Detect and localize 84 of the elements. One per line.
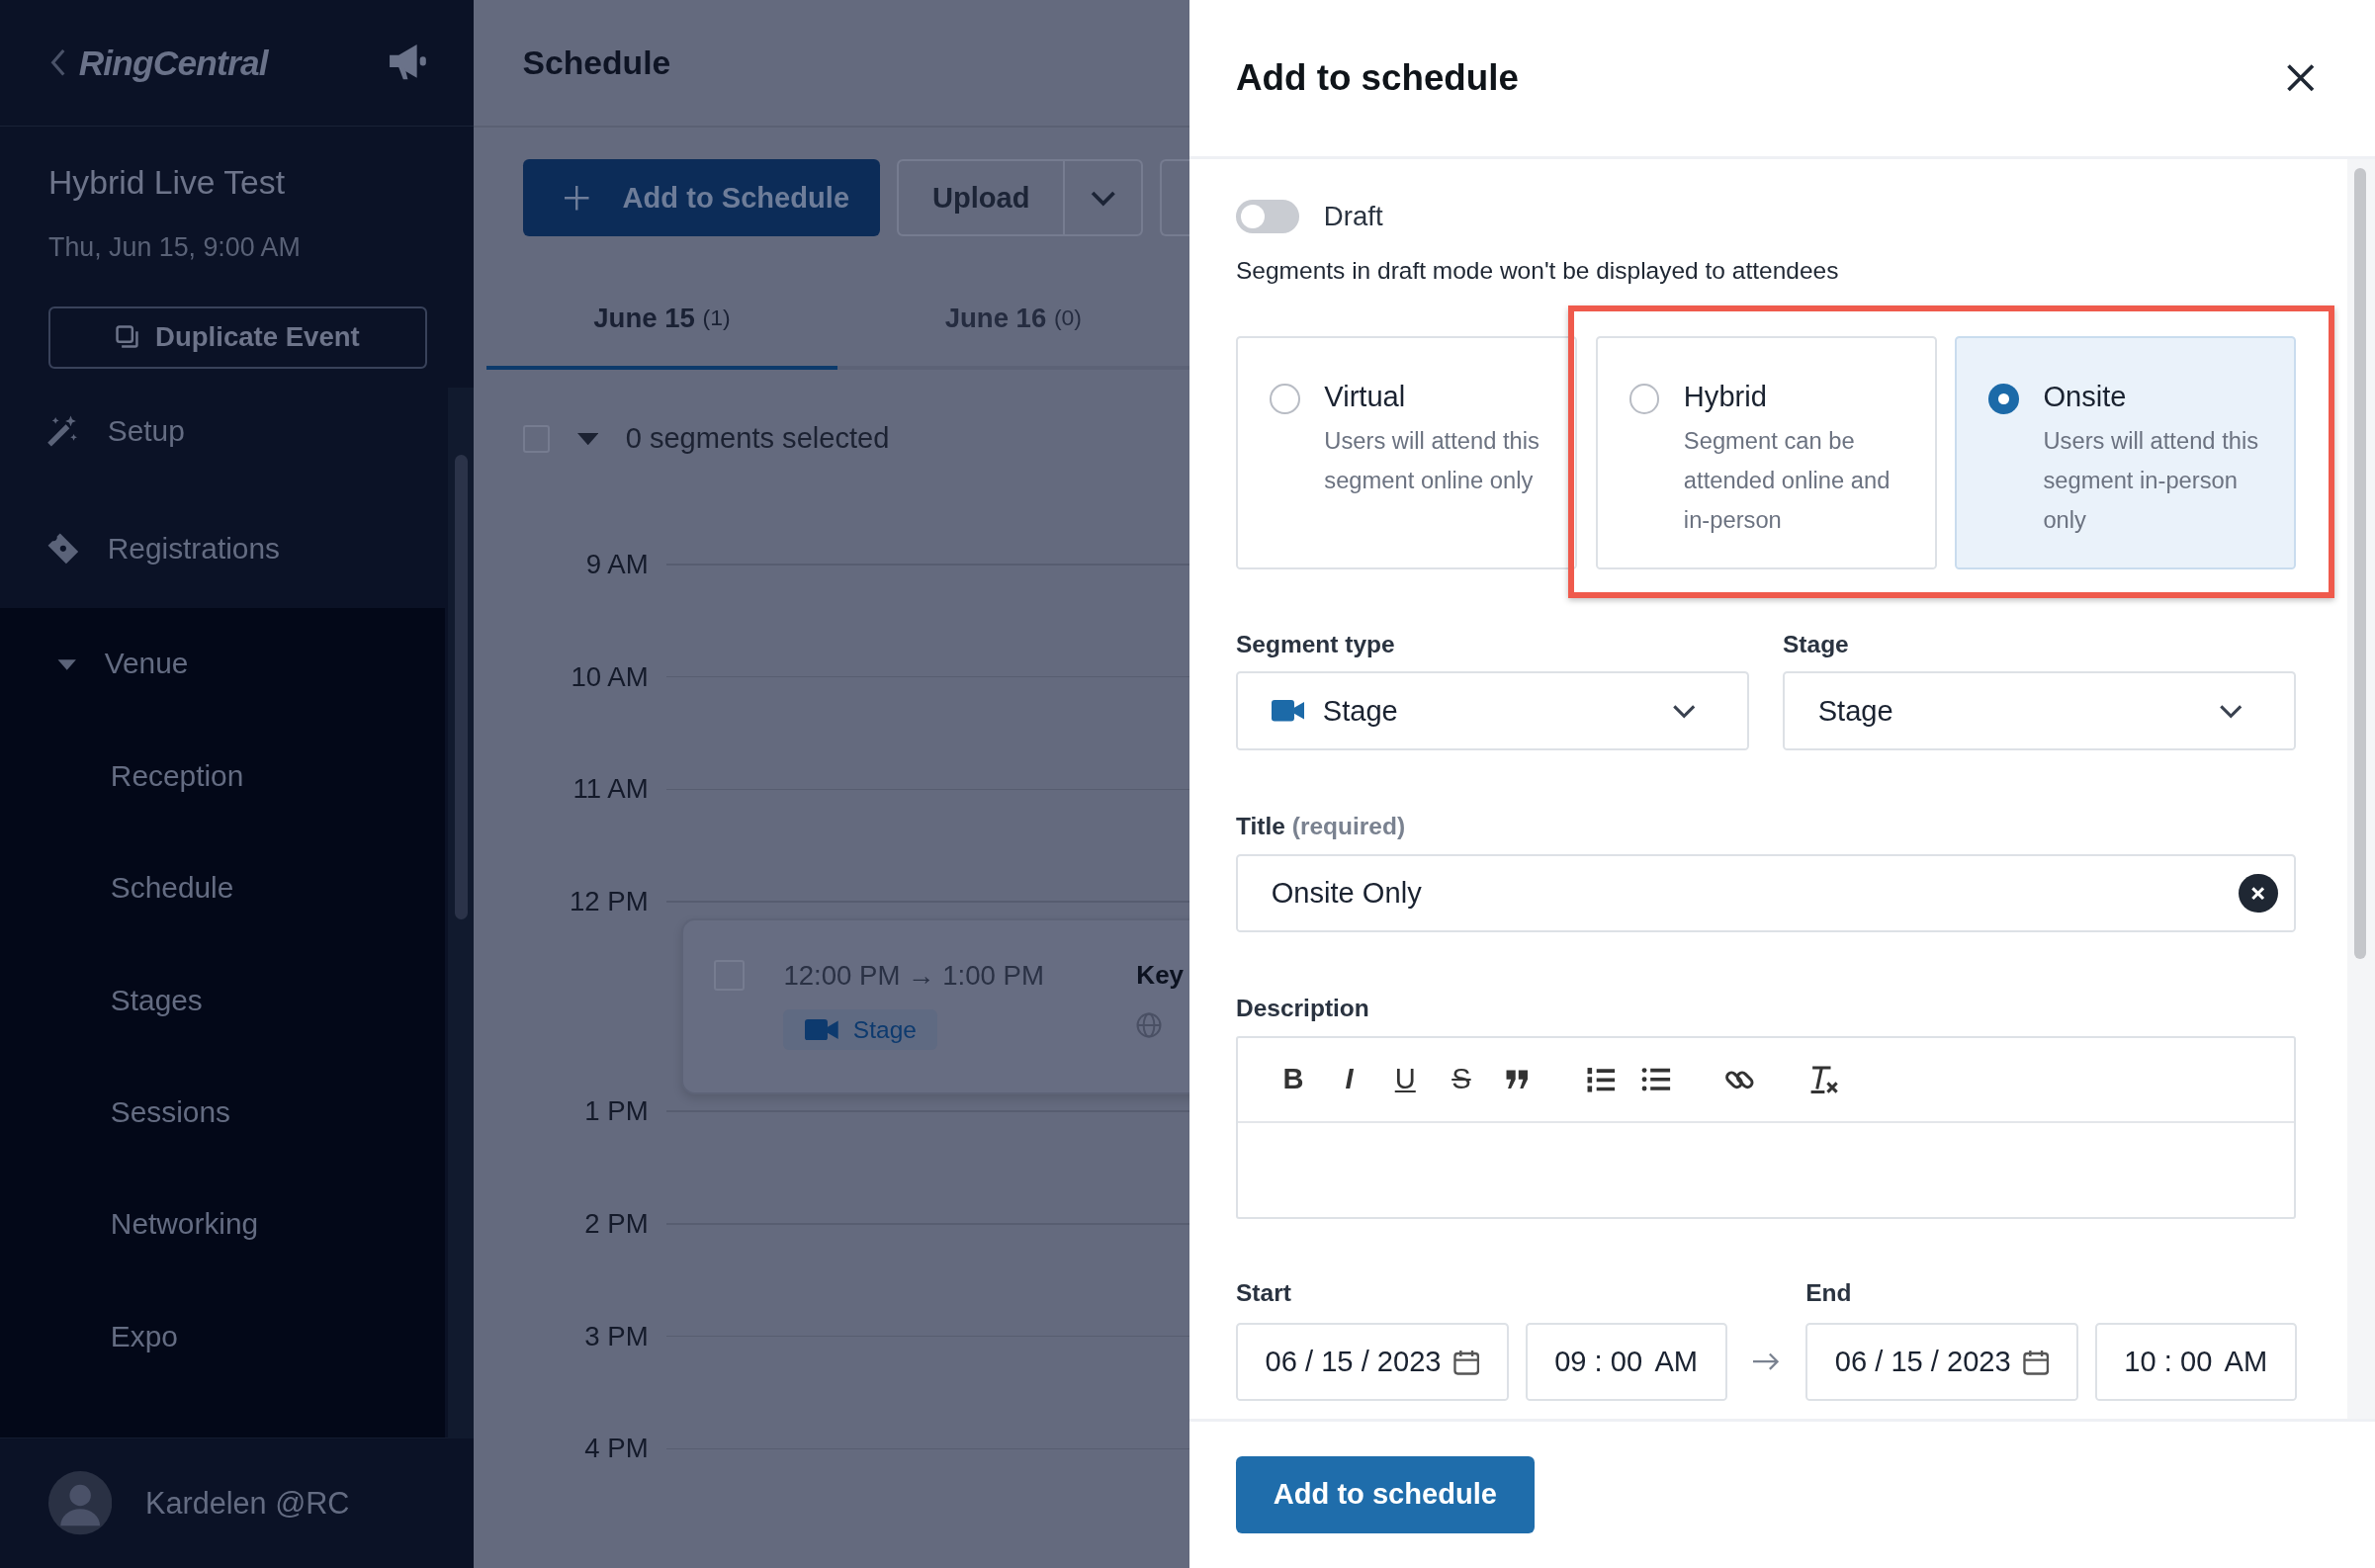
selection-count: 0 segments selected [625,422,890,456]
nav-item[interactable]: Stages [0,943,446,1057]
quote-icon [1505,1069,1530,1090]
field-label: End [1805,1279,1853,1308]
radio-button[interactable] [1628,384,1660,414]
option-title: Onsite [2043,381,2128,414]
bullet-list-icon [1641,1066,1672,1093]
time-field[interactable]: 09 : 00 AM [1525,1322,1727,1402]
bold-button[interactable]: B [1265,1056,1322,1102]
chevron-down-icon [1671,703,1697,719]
ticket-icon [46,532,81,566]
duplicate-button[interactable]: Duplicate Event [48,305,427,369]
caret-down-icon [576,432,599,445]
arrow-right-icon [1752,1352,1781,1371]
italic-button[interactable]: I [1321,1056,1377,1102]
user-name: Kardelen @RC [145,1485,350,1521]
select-field[interactable]: Stage [1783,671,2297,750]
calendar-icon [1452,1348,1480,1376]
event-card[interactable]: 12:00 PM → 1:00 PM Stage Key [681,918,1189,1094]
date-field[interactable]: 06 / 15 / 2023 [1805,1322,2078,1402]
field-label: Stage [1783,630,1850,658]
nav-item[interactable]: Registrations [0,489,446,608]
stage-tag: Stage [783,1009,938,1050]
copy-icon [116,325,140,350]
nav-item[interactable]: Expo [0,1279,446,1393]
hour-label: 1 PM [583,1095,650,1127]
strike-button[interactable]: S [1433,1056,1490,1102]
calendar-icon [2023,1348,2050,1376]
time-field[interactable]: 10 : 00 AM [2094,1322,2297,1402]
hour-label: 2 PM [583,1207,650,1240]
hour-label: 9 AM [584,548,650,580]
hour-label: 11 AM [572,773,650,806]
underline-button[interactable]: U [1376,1056,1434,1102]
hour-label: 3 PM [583,1320,650,1352]
attendance-option[interactable]: Onsite Users will attend this segment in-person only [1955,336,2297,570]
event-title: Key [1136,960,1185,992]
attendance-option[interactable]: Virtual Users will attend this segment online only [1236,336,1578,570]
avatar [48,1471,113,1535]
panel-title: Add to schedule [1236,56,1519,99]
logo: RingCentral [78,43,270,83]
description-editor[interactable]: B I U S [1236,1035,2297,1220]
video-camera-icon [804,1018,838,1041]
field-label: Segment type [1236,630,1396,658]
draft-toggle[interactable] [1236,200,1300,233]
chevron-left-icon [48,47,67,78]
nav-item[interactable]: Sessions [0,1056,446,1169]
field-label: Title (required) [1236,812,1407,840]
title-field[interactable]: Onsite Only [1236,853,2297,933]
add-to-schedule-button[interactable]: Add to schedule [1236,1455,1535,1534]
field-label: Description [1236,995,1370,1023]
date-field[interactable]: 06 / 15 / 2023 [1236,1322,1509,1402]
page-title: Schedule [474,0,1189,129]
date-tab[interactable]: June 15 (1) [485,270,838,371]
hour-label: 4 PM [583,1433,650,1465]
nav-item[interactable]: Networking [0,1168,446,1280]
nav-group[interactable]: Venue [0,607,446,721]
option-title: Hybrid [1683,381,1768,414]
nav-item[interactable]: Schedule [0,831,446,944]
select-field[interactable]: Stage [1236,671,1750,750]
event-time: 12:00 PM → 1:00 PM [783,960,1045,993]
option-description: Users will attend this segment online only [1324,427,1540,496]
add-to-schedule-button[interactable]: Add to Schedule [522,159,881,237]
event-title: Hybrid Live Test [48,162,287,202]
video-camera-icon [1271,700,1305,722]
field-label: Start [1236,1279,1292,1308]
option-description: Segment can be attended online and in-person [1683,427,1891,536]
nav-item[interactable]: Setup [0,371,446,490]
radio-button[interactable] [1270,384,1300,414]
option-description: Users will attend this segment in-person only [2043,427,2260,536]
hour-label: 12 PM [568,886,650,918]
option-title: Virtual [1324,381,1407,414]
draft-hint: Segments in draft mode won't be displayed to attendees [1236,257,1840,286]
chevron-down-icon [1089,189,1117,207]
plus-icon [565,186,589,211]
chevron-down-icon [2218,703,2243,719]
event-date: Thu, Jun 15, 9:00 AM [48,231,302,263]
attendance-option[interactable]: Hybrid Segment can be attended online and in-person [1595,336,1937,570]
globe-icon [1136,1011,1163,1038]
nav-item[interactable]: Reception [0,720,446,832]
radio-button[interactable] [1988,384,2019,414]
close-icon [2250,885,2266,902]
hour-label: 10 AM [570,660,650,693]
close-icon [2287,64,2315,92]
draft-label: Draft [1323,201,1383,232]
